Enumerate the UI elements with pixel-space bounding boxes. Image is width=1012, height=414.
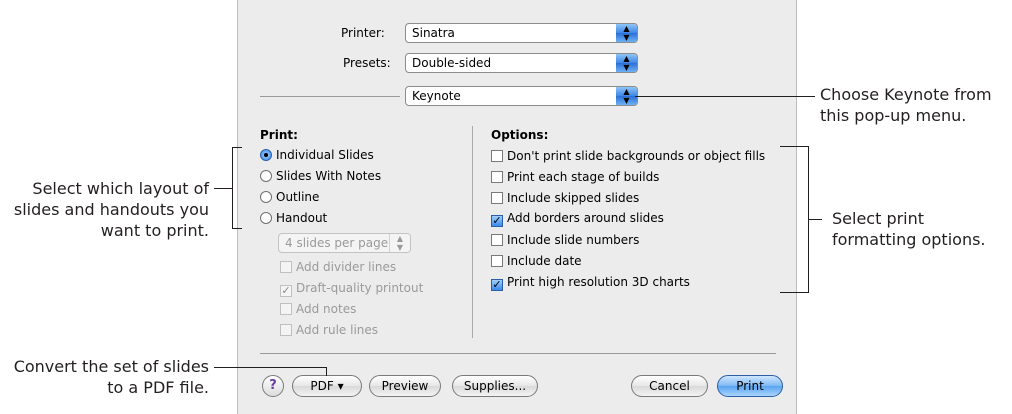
handout-layout-popup[interactable]: 4 slides per page ▲ ▼ (278, 233, 411, 253)
popup-arrows-icon: ▲ ▼ (616, 54, 637, 72)
callout-text: Select which layout of (32, 179, 209, 198)
callout-text: want to print. (100, 221, 209, 240)
callout-text: this pop-up menu. (820, 106, 967, 125)
pdf-button[interactable]: PDF ▾ (292, 375, 362, 397)
pane-value: Keynote (412, 89, 461, 103)
callout-text: Select print (832, 209, 925, 228)
callout-text: Choose Keynote from (820, 85, 992, 104)
radio-label: Slides With Notes (276, 169, 382, 183)
callout-text: formatting options. (832, 230, 986, 249)
popup-arrows-icon: ▲ ▼ (616, 87, 637, 105)
callout-select-layout: Select which layout of slides and handou… (0, 178, 209, 241)
checkmark-icon: ✓ (491, 214, 503, 227)
checkbox-label: Add notes (296, 302, 357, 316)
printer-value: Sinatra (412, 26, 455, 40)
checkbox-draft-quality[interactable]: ✓ Draft-quality printout (280, 280, 424, 297)
callout-text: to a PDF file. (107, 378, 209, 397)
radio-label: Outline (276, 190, 320, 204)
callout-leader-line (326, 367, 327, 376)
print-button[interactable]: Print (717, 375, 783, 397)
print-dialog: Printer: Sinatra ▲ ▼ Presets: Double-side… (237, 0, 797, 414)
bottom-separator (260, 353, 776, 354)
checkbox-high-res-3d-charts[interactable]: ✓ Print high resolution 3D charts (491, 274, 690, 291)
checkbox-print-each-stage[interactable]: Print each stage of builds (491, 169, 659, 185)
supplies-button[interactable]: Supplies... (452, 375, 538, 397)
print-section-title: Print: (260, 128, 298, 142)
callout-leader-line (214, 367, 326, 368)
radio-individual-slides[interactable]: Individual Slides (260, 147, 374, 163)
separator-line (260, 96, 400, 97)
popup-arrows-icon: ▲ ▼ (616, 24, 637, 42)
checkbox-include-slide-numbers[interactable]: Include slide numbers (491, 232, 639, 248)
callout-text: Convert the set of slides (13, 357, 209, 376)
callout-bracket (232, 147, 242, 148)
radio-slides-with-notes[interactable]: Slides With Notes (260, 168, 381, 184)
checkbox-label: Add rule lines (296, 323, 379, 337)
radio-label: Individual Slides (276, 148, 374, 162)
checkbox-label: Add borders around slides (507, 211, 664, 225)
callout-leader-line (214, 188, 232, 189)
column-divider (472, 126, 473, 338)
checkbox-label: Include date (507, 254, 582, 268)
callout-text: slides and handouts you (13, 200, 209, 219)
radio-selected-icon (260, 149, 272, 161)
printer-label: Printer: (341, 26, 385, 40)
checkbox-label: Include skipped slides (507, 191, 640, 205)
radio-icon (260, 212, 272, 224)
checkbox-include-date[interactable]: Include date (491, 253, 582, 269)
callout-bracket (780, 146, 808, 147)
checkmark-icon: ✓ (280, 284, 292, 297)
checkbox-icon (280, 303, 292, 315)
preview-button[interactable]: Preview (369, 375, 441, 397)
radio-handout[interactable]: Handout (260, 210, 327, 226)
callout-bracket (232, 147, 233, 229)
checkbox-label: Don't print slide backgrounds or object … (507, 149, 766, 163)
callout-bracket (232, 228, 242, 229)
callout-convert-pdf: Convert the set of slides to a PDF file. (0, 356, 209, 398)
printer-popup[interactable]: Sinatra ▲ ▼ (405, 23, 638, 43)
callout-select-formatting: Select print formatting options. (832, 208, 986, 250)
checkbox-label: Print each stage of builds (507, 170, 660, 184)
presets-value: Double-sided (412, 56, 492, 70)
radio-label: Handout (276, 211, 328, 225)
checkbox-label: Add divider lines (296, 260, 397, 274)
checkbox-icon (280, 261, 292, 273)
presets-label: Presets: (343, 56, 391, 70)
callout-leader-line (808, 219, 822, 220)
radio-outline[interactable]: Outline (260, 189, 319, 205)
radio-icon (260, 191, 272, 203)
checkbox-icon (491, 192, 503, 204)
checkbox-add-rule-lines[interactable]: Add rule lines (280, 322, 378, 338)
help-button[interactable]: ? (262, 375, 284, 397)
cancel-button[interactable]: Cancel (631, 375, 708, 397)
checkbox-icon (491, 255, 503, 267)
checkbox-add-borders[interactable]: ✓ Add borders around slides (491, 210, 664, 227)
pane-popup[interactable]: Keynote ▲ ▼ (405, 86, 638, 106)
checkbox-icon (491, 171, 503, 183)
callout-leader-line (635, 96, 815, 97)
checkbox-add-notes[interactable]: Add notes (280, 301, 356, 317)
checkbox-label: Print high resolution 3D charts (507, 275, 690, 289)
checkbox-icon (280, 324, 292, 336)
checkbox-label: Draft-quality printout (296, 281, 424, 295)
checkbox-include-skipped[interactable]: Include skipped slides (491, 190, 639, 206)
checkbox-icon (491, 150, 503, 162)
checkbox-dont-print-backgrounds[interactable]: Don't print slide backgrounds or object … (491, 148, 765, 164)
checkbox-label: Include slide numbers (507, 233, 640, 247)
checkmark-icon: ✓ (491, 278, 503, 291)
presets-popup[interactable]: Double-sided ▲ ▼ (405, 53, 638, 73)
radio-icon (260, 170, 272, 182)
callout-choose-keynote: Choose Keynote from this pop-up menu. (820, 84, 992, 126)
checkbox-add-divider-lines[interactable]: Add divider lines (280, 259, 396, 275)
callout-bracket (780, 292, 808, 293)
options-section-title: Options: (491, 128, 549, 142)
popup-arrows-icon: ▲ ▼ (389, 234, 410, 252)
checkbox-icon (491, 234, 503, 246)
